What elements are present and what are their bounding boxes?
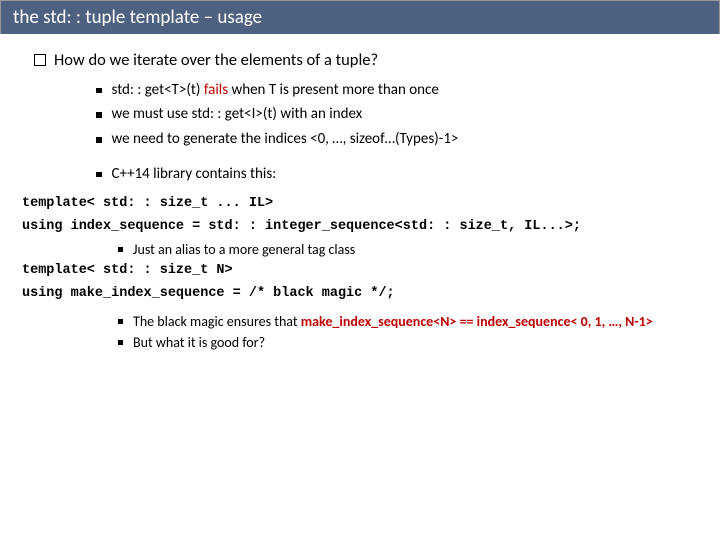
slide-title: the std: : tuple template – usage: [13, 6, 262, 30]
bullet-g: But what it is good for?: [133, 334, 265, 352]
code-line: template< std: : size_t N>: [22, 263, 710, 280]
list-item: we must use std: : get<I>(t) with an ind…: [96, 105, 710, 124]
bullet-icon: [118, 319, 123, 324]
bullet-b: we must use std: : get<I>(t) with an ind…: [112, 105, 363, 124]
slide-title-bar: the std: : tuple template – usage: [0, 0, 720, 34]
question-text: How do we iterate over the elements of a…: [54, 50, 378, 71]
checkbox-icon: [34, 54, 46, 66]
bullet-icon: [96, 172, 102, 178]
bullet-f: The black magic ensures that make_index_…: [133, 313, 653, 331]
slide-body: How do we iterate over the elements of a…: [0, 34, 720, 366]
bullet-list-1: std: : get<T>(t) fails when T is present…: [96, 81, 710, 149]
list-item: std: : get<T>(t) fails when T is present…: [96, 81, 710, 100]
list-item: But what it is good for?: [118, 334, 710, 352]
question-row: How do we iterate over the elements of a…: [34, 50, 710, 71]
bullet-icon: [96, 112, 102, 118]
bullet-c: we need to generate the indices <0, …, s…: [112, 130, 459, 149]
bullet-a: std: : get<T>(t) fails when T is present…: [112, 81, 439, 100]
code-line: using make_index_sequence = /* black mag…: [22, 286, 710, 303]
bullet-icon: [96, 88, 102, 94]
list-item: C++14 library contains this:: [96, 165, 710, 184]
bullet-icon: [96, 137, 102, 143]
bullet-e: Just an alias to a more general tag clas…: [133, 241, 355, 259]
bullet-icon: [118, 340, 123, 345]
bullet-list-3: Just an alias to a more general tag clas…: [118, 241, 710, 259]
text: when T is present more than once: [231, 81, 438, 99]
list-item: The black magic ensures that make_index_…: [118, 313, 710, 331]
bullet-list-4: The black magic ensures that make_index_…: [118, 313, 710, 352]
code-line: using index_sequence = std: : integer_se…: [22, 219, 710, 236]
bullet-d: C++14 library contains this:: [112, 165, 277, 184]
text-red: make_index_sequence<N> == index_sequence…: [301, 313, 653, 330]
text: The black magic ensures that: [133, 313, 301, 330]
bullet-icon: [118, 247, 123, 252]
bullet-list-2: C++14 library contains this:: [96, 165, 710, 184]
text: std: : get<T>(t): [112, 81, 204, 99]
text-fails: fails: [204, 81, 232, 99]
code-line: template< std: : size_t ... IL>: [22, 196, 710, 213]
list-item: Just an alias to a more general tag clas…: [118, 241, 710, 259]
list-item: we need to generate the indices <0, …, s…: [96, 130, 710, 149]
